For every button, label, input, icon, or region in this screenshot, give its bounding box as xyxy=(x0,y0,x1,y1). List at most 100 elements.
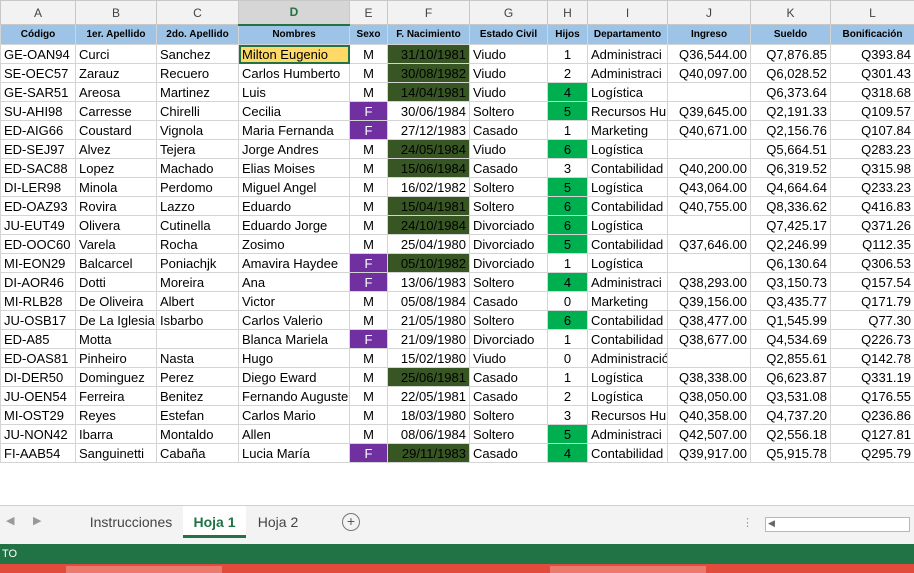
cell-apellido2[interactable] xyxy=(156,329,239,349)
cell-departamento[interactable]: Contabilidad xyxy=(587,234,668,254)
cell-departamento[interactable]: Logística xyxy=(587,177,668,197)
cell-nombres[interactable]: Hugo xyxy=(238,348,350,368)
cell-apellido2[interactable]: Recuero xyxy=(156,63,239,83)
cell-nombres[interactable]: Jorge Andres xyxy=(238,139,350,159)
cell-apellido2[interactable]: Benitez xyxy=(156,386,239,406)
cell-apellido1[interactable]: Areosa xyxy=(75,82,157,102)
cell-codigo[interactable]: ED-AIG66 xyxy=(0,120,76,140)
cell-departamento[interactable]: Administraci xyxy=(587,272,668,292)
cell-sexo[interactable]: M xyxy=(349,139,388,159)
cell-codigo[interactable]: JU-NON42 xyxy=(0,424,76,444)
cell-sexo[interactable]: M xyxy=(349,44,388,64)
cell-bonificacion[interactable]: Q416.83 xyxy=(830,196,914,216)
cell-estado-civil[interactable]: Soltero xyxy=(469,405,548,425)
cell-sueldo[interactable]: Q2,246.99 xyxy=(750,234,831,254)
cell-codigo[interactable]: JU-OSB17 xyxy=(0,310,76,330)
cell-bonificacion[interactable]: Q331.19 xyxy=(830,367,914,387)
cell-apellido2[interactable]: Cabaña xyxy=(156,443,239,463)
tab-instrucciones[interactable]: Instrucciones xyxy=(80,506,182,538)
cell-estado-civil[interactable]: Soltero xyxy=(469,424,548,444)
cell-ingreso[interactable]: Q40,200.00 xyxy=(667,158,751,178)
cell-hijos[interactable]: 5 xyxy=(547,424,588,444)
cell-apellido2[interactable]: Lazzo xyxy=(156,196,239,216)
cell-estado-civil[interactable]: Viudo xyxy=(469,44,548,64)
column-header-h[interactable]: H xyxy=(547,0,588,25)
cell-nombres[interactable]: Carlos Humberto xyxy=(238,63,350,83)
cell-ingreso[interactable]: Q39,917.00 xyxy=(667,443,751,463)
cell-ingreso[interactable]: Q38,677.00 xyxy=(667,329,751,349)
cell-bonificacion[interactable]: Q176.55 xyxy=(830,386,914,406)
cell-hijos[interactable]: 4 xyxy=(547,272,588,292)
cell-bonificacion[interactable]: Q295.79 xyxy=(830,443,914,463)
cell-nombres[interactable]: Blanca Mariela xyxy=(238,329,350,349)
cell-sueldo[interactable]: Q7,425.17 xyxy=(750,215,831,235)
cell-ingreso[interactable]: Q40,358.00 xyxy=(667,405,751,425)
cell-departamento[interactable]: Contabilidad xyxy=(587,158,668,178)
cell-sueldo[interactable]: Q2,156.76 xyxy=(750,120,831,140)
cell-nombres[interactable]: Lucia María xyxy=(238,443,350,463)
cell-departamento[interactable]: Logística xyxy=(587,82,668,102)
cell-estado-civil[interactable]: Divorciado xyxy=(469,215,548,235)
header-sexo[interactable]: Sexo xyxy=(349,24,388,45)
cell-apellido1[interactable]: Zarauz xyxy=(75,63,157,83)
cell-nombres[interactable]: Eduardo xyxy=(238,196,350,216)
cell-hijos[interactable]: 6 xyxy=(547,310,588,330)
cell-nacimiento[interactable]: 13/06/1983 xyxy=(387,272,470,292)
cell-nombres[interactable]: Luis xyxy=(238,82,350,102)
cell-nacimiento[interactable]: 14/04/1981 xyxy=(387,82,470,102)
cell-bonificacion[interactable]: Q393.84 xyxy=(830,44,914,64)
cell-bonificacion[interactable]: Q127.81 xyxy=(830,424,914,444)
cell-estado-civil[interactable]: Soltero xyxy=(469,272,548,292)
cell-bonificacion[interactable]: Q77.30 xyxy=(830,310,914,330)
cell-apellido2[interactable]: Martinez xyxy=(156,82,239,102)
cell-departamento[interactable]: Contabilidad xyxy=(587,329,668,349)
cell-sexo[interactable]: M xyxy=(349,405,388,425)
cell-nombres[interactable]: Carlos Valerio xyxy=(238,310,350,330)
cell-codigo[interactable]: MI-EON29 xyxy=(0,253,76,273)
cell-hijos[interactable]: 6 xyxy=(547,196,588,216)
cell-sexo[interactable]: F xyxy=(349,101,388,121)
cell-codigo[interactable]: GE-SAR51 xyxy=(0,82,76,102)
cell-sexo[interactable]: M xyxy=(349,234,388,254)
cell-codigo[interactable]: FI-AAB54 xyxy=(0,443,76,463)
cell-hijos[interactable]: 1 xyxy=(547,367,588,387)
column-header-c[interactable]: C xyxy=(156,0,239,25)
cell-departamento[interactable]: Recursos Hu xyxy=(587,405,668,425)
cell-estado-civil[interactable]: Divorciado xyxy=(469,329,548,349)
cell-sueldo[interactable]: Q4,534.69 xyxy=(750,329,831,349)
cell-apellido1[interactable]: Ibarra xyxy=(75,424,157,444)
column-header-b[interactable]: B xyxy=(75,0,157,25)
cell-nacimiento[interactable]: 15/06/1984 xyxy=(387,158,470,178)
cell-codigo[interactable]: ED-OOC60 xyxy=(0,234,76,254)
cell-departamento[interactable]: Logística xyxy=(587,386,668,406)
cell-sueldo[interactable]: Q1,545.99 xyxy=(750,310,831,330)
cell-bonificacion[interactable]: Q283.23 xyxy=(830,139,914,159)
cell-ingreso[interactable]: Q38,477.00 xyxy=(667,310,751,330)
cell-sexo[interactable]: M xyxy=(349,424,388,444)
cell-hijos[interactable]: 0 xyxy=(547,291,588,311)
cell-sueldo[interactable]: Q2,855.61 xyxy=(750,348,831,368)
cell-nacimiento[interactable]: 08/06/1984 xyxy=(387,424,470,444)
cell-sueldo[interactable]: Q4,664.64 xyxy=(750,177,831,197)
cell-ingreso[interactable] xyxy=(667,253,751,273)
cell-nacimiento[interactable]: 25/06/1981 xyxy=(387,367,470,387)
cell-nacimiento[interactable]: 30/06/1984 xyxy=(387,101,470,121)
cell-bonificacion[interactable]: Q157.54 xyxy=(830,272,914,292)
cell-ingreso[interactable]: Q40,755.00 xyxy=(667,196,751,216)
cell-sueldo[interactable]: Q3,435.77 xyxy=(750,291,831,311)
cell-hijos[interactable]: 4 xyxy=(547,443,588,463)
options-dots-icon[interactable]: ⋮ xyxy=(742,516,753,529)
cell-estado-civil[interactable]: Soltero xyxy=(469,310,548,330)
header-apellido1[interactable]: 1er. Apellido xyxy=(75,24,157,45)
cell-estado-civil[interactable]: Casado xyxy=(469,120,548,140)
cell-codigo[interactable]: GE-OAN94 xyxy=(0,44,76,64)
cell-codigo[interactable]: ED-OAZ93 xyxy=(0,196,76,216)
cell-nacimiento[interactable]: 24/10/1984 xyxy=(387,215,470,235)
cell-apellido1[interactable]: Pinheiro xyxy=(75,348,157,368)
cell-apellido1[interactable]: Dominguez xyxy=(75,367,157,387)
cell-sueldo[interactable]: Q7,876.85 xyxy=(750,44,831,64)
cell-apellido2[interactable]: Albert xyxy=(156,291,239,311)
cell-hijos[interactable]: 0 xyxy=(547,348,588,368)
column-header-a[interactable]: A xyxy=(0,0,76,25)
cell-nacimiento[interactable]: 16/02/1982 xyxy=(387,177,470,197)
